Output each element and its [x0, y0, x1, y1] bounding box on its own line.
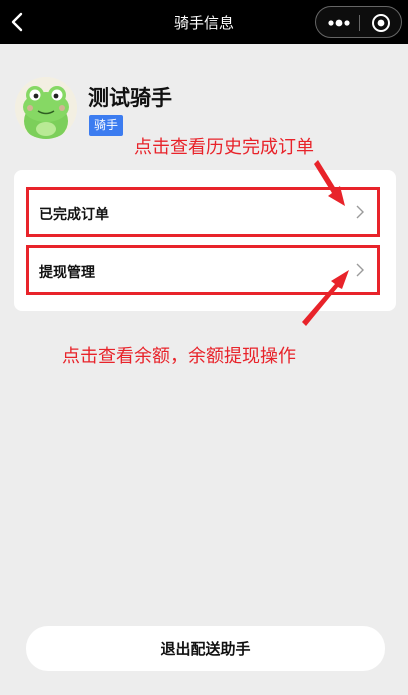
- history-annotation: 点击查看历史完成订单: [134, 137, 314, 158]
- rider-name: 测试骑手: [88, 86, 172, 110]
- chevron-right-icon: [356, 205, 364, 219]
- close-miniprogram-icon[interactable]: [370, 12, 392, 34]
- role-badge: 骑手: [89, 115, 124, 136]
- menu-card: 已完成订单 提现管理: [14, 170, 396, 311]
- frog-avatar-icon: [15, 77, 77, 139]
- completed-orders-label: 已完成订单: [39, 207, 109, 223]
- chevron-right-icon: [356, 263, 364, 277]
- withdrawal-management-label: 提现管理: [39, 265, 95, 281]
- capsule-divider: [359, 15, 360, 31]
- navigation-bar: 骑手信息: [0, 0, 408, 44]
- logout-button[interactable]: 退出配送助手: [26, 626, 385, 671]
- more-options-icon[interactable]: [326, 16, 352, 30]
- mini-program-capsule: [315, 6, 402, 38]
- balance-annotation: 点击查看余额，余额提现操作: [62, 346, 296, 367]
- withdrawal-management-item[interactable]: 提现管理: [26, 245, 380, 295]
- avatar: [15, 77, 77, 139]
- completed-orders-item[interactable]: 已完成订单: [26, 187, 380, 237]
